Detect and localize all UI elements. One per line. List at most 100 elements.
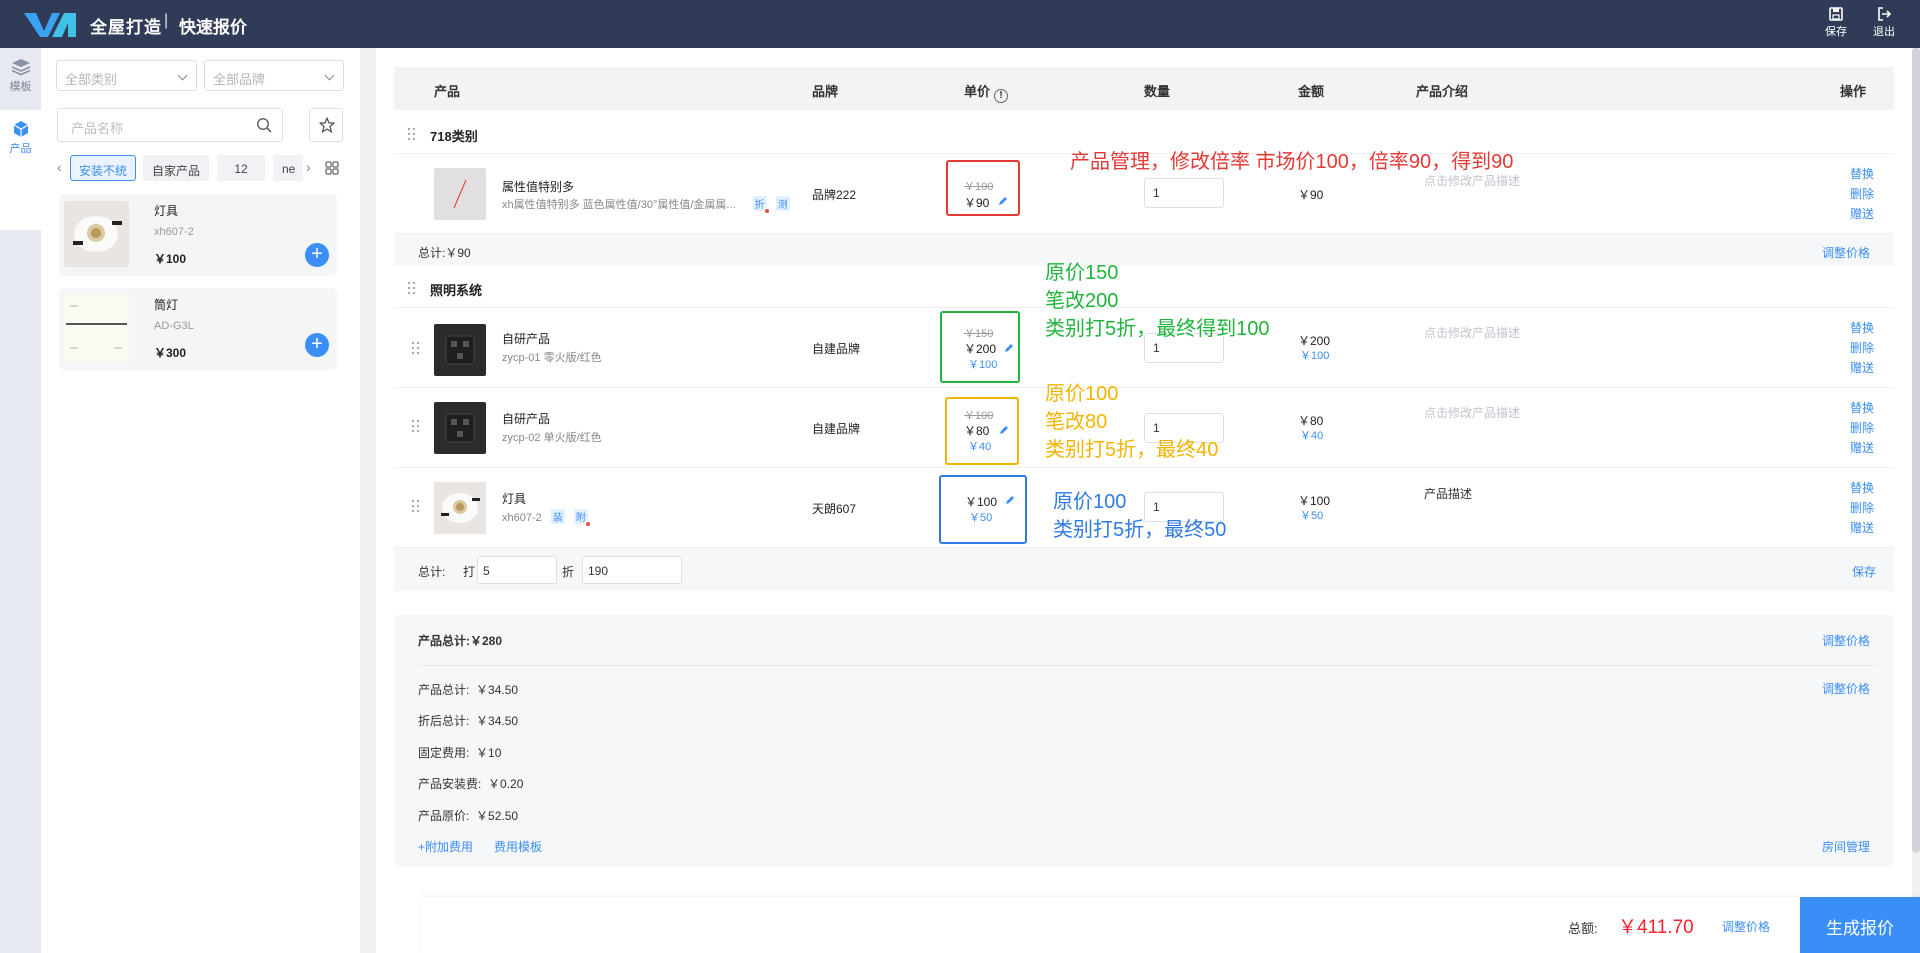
chip-filter[interactable]: ne: [273, 155, 303, 181]
quantity-input[interactable]: 1: [1144, 178, 1224, 208]
save-discount-link[interactable]: 保存: [1852, 563, 1876, 580]
product-total-value: ￥280: [470, 634, 503, 648]
info-icon[interactable]: !: [994, 89, 1009, 103]
annotation-line: 类别打5折，最终得到100: [1045, 318, 1270, 340]
item-description[interactable]: 点击修改产品描述: [1424, 404, 1520, 421]
left-nav: 模板 产品: [0, 48, 41, 953]
replace-link[interactable]: 替换: [1840, 318, 1884, 338]
chip-filter[interactable]: 自家产品: [143, 155, 209, 181]
search-placeholder: 产品名称: [71, 121, 124, 136]
brand-select[interactable]: 全部品牌: [204, 60, 344, 91]
adjust-price-link[interactable]: 调整价格: [1722, 918, 1770, 935]
search-input[interactable]: 产品名称: [57, 108, 283, 142]
chevron-down-icon: [177, 70, 188, 81]
room-manage-link[interactable]: 房间管理: [1822, 838, 1870, 855]
delete-link[interactable]: 删除: [1840, 338, 1884, 358]
add-product-button[interactable]: +: [305, 333, 329, 357]
unit-price-label: 单价: [964, 84, 991, 99]
group-subtotal: 总计:￥90: [418, 244, 471, 261]
replace-link[interactable]: 替换: [1840, 478, 1884, 498]
adjust-price-link[interactable]: 调整价格: [1822, 632, 1870, 649]
edit-icon[interactable]: [999, 425, 1009, 435]
delete-link[interactable]: 删除: [1840, 184, 1884, 204]
replace-link[interactable]: 替换: [1840, 398, 1884, 418]
category-select[interactable]: 全部类别: [56, 60, 197, 91]
chip-filter[interactable]: 12: [217, 155, 265, 181]
summary-line-label: 产品总计:: [418, 683, 470, 697]
edit-icon[interactable]: [998, 196, 1008, 206]
summary-line: 折后总计: ￥34.50: [418, 712, 518, 729]
favorites-button[interactable]: [309, 108, 343, 142]
save-button[interactable]: 保存: [1816, 7, 1856, 39]
summary-line-label: 固定费用:: [418, 746, 470, 760]
item-brand: 自建品牌: [812, 422, 861, 436]
footer-bar: 总额: ￥411.70 调整价格 生成报价: [420, 897, 1920, 953]
item-name: 自研产品: [502, 332, 551, 346]
item-amount-discounted: ￥50: [1300, 510, 1324, 522]
edit-icon[interactable]: [1004, 343, 1014, 353]
column-header-brand: 品牌: [812, 84, 839, 99]
edit-icon[interactable]: [1005, 495, 1015, 505]
add-fee-link[interactable]: +附加费用: [418, 838, 473, 855]
discount-suffix: 折: [562, 565, 575, 579]
save-icon: [1829, 7, 1843, 21]
total-label: 总额:: [1568, 921, 1598, 936]
item-spec-text: xh607-2: [502, 512, 542, 524]
generate-quote-button[interactable]: 生成报价: [1800, 897, 1920, 953]
summary-line: 固定费用: ￥10: [418, 744, 501, 761]
product-card[interactable]: 灯具 xh607-2 ￥100 +: [59, 194, 337, 276]
product-code: AD-G3L: [154, 320, 194, 332]
delete-link[interactable]: 删除: [1840, 418, 1884, 438]
scrollbar-thumb[interactable]: [1912, 48, 1920, 853]
item-image: [434, 482, 486, 534]
gift-link[interactable]: 赠送: [1840, 438, 1884, 458]
page-title: 快速报价: [179, 18, 247, 37]
discount-rate-input[interactable]: 5: [477, 556, 557, 584]
exit-button[interactable]: 退出: [1864, 7, 1904, 39]
gift-link[interactable]: 赠送: [1840, 204, 1884, 224]
product-thumbnail: [64, 201, 129, 267]
original-price: ￥100: [964, 181, 994, 193]
adjust-price-link[interactable]: 调整价格: [1822, 244, 1870, 261]
item-description[interactable]: 产品描述: [1424, 485, 1472, 502]
adjust-price-link[interactable]: 调整价格: [1822, 680, 1870, 697]
drag-handle-icon[interactable]: [408, 128, 416, 141]
nav-item-product[interactable]: 产品: [0, 110, 41, 230]
drag-handle-icon[interactable]: [412, 420, 420, 433]
attach-tag: 附: [573, 509, 591, 527]
gift-link[interactable]: 赠送: [1840, 518, 1884, 538]
delete-link[interactable]: 删除: [1840, 498, 1884, 518]
product-name: 筒灯: [154, 298, 179, 312]
drag-handle-icon[interactable]: [408, 282, 416, 295]
drag-handle-icon[interactable]: [412, 500, 420, 513]
unit-price-cell[interactable]: ￥100 ￥50: [939, 475, 1027, 544]
unit-price-cell[interactable]: ￥150 ￥200 ￥100: [940, 311, 1020, 383]
plus-icon: +: [311, 243, 323, 265]
replace-link[interactable]: 替换: [1840, 164, 1884, 184]
discount-total-input[interactable]: 190: [582, 556, 682, 584]
summary-line-value: ￥52.50: [476, 809, 519, 823]
chevron-left-icon[interactable]: ‹: [57, 160, 67, 174]
nav-label-product: 产品: [9, 143, 32, 155]
chip-filter[interactable]: 安装不统: [70, 155, 136, 181]
unit-price-cell[interactable]: ￥100 ￥80 ￥40: [945, 397, 1019, 465]
filter-chip-row: ‹ 安装不统 自家产品 12 ne ›: [57, 155, 347, 181]
add-product-button[interactable]: +: [305, 243, 329, 267]
gift-link[interactable]: 赠送: [1840, 358, 1884, 378]
row-actions: 替换 删除 赠送: [1840, 478, 1884, 538]
grid-view-icon[interactable]: [325, 161, 339, 175]
drag-handle-icon[interactable]: [412, 342, 420, 355]
item-description[interactable]: 点击修改产品描述: [1424, 324, 1520, 341]
unit-price-cell[interactable]: ￥100 ￥90: [946, 160, 1020, 216]
star-icon: [319, 117, 335, 133]
search-icon[interactable]: [256, 117, 272, 133]
summary-line: 产品安装费: ￥0.20: [418, 775, 523, 792]
top-bar: 全屋打造 | 快速报价 保存 退出: [0, 0, 1920, 48]
annotation-line: 笔改80: [1045, 411, 1108, 433]
fee-template-link[interactable]: 费用模板: [494, 838, 542, 855]
nav-item-template[interactable]: 模板: [0, 48, 41, 106]
chevron-right-icon[interactable]: ›: [306, 160, 316, 174]
product-card[interactable]: 筒灯 AD-G3L ￥300 +: [59, 288, 337, 370]
summary-line-value: ￥0.20: [488, 777, 524, 791]
product-name: 灯具: [154, 204, 179, 218]
